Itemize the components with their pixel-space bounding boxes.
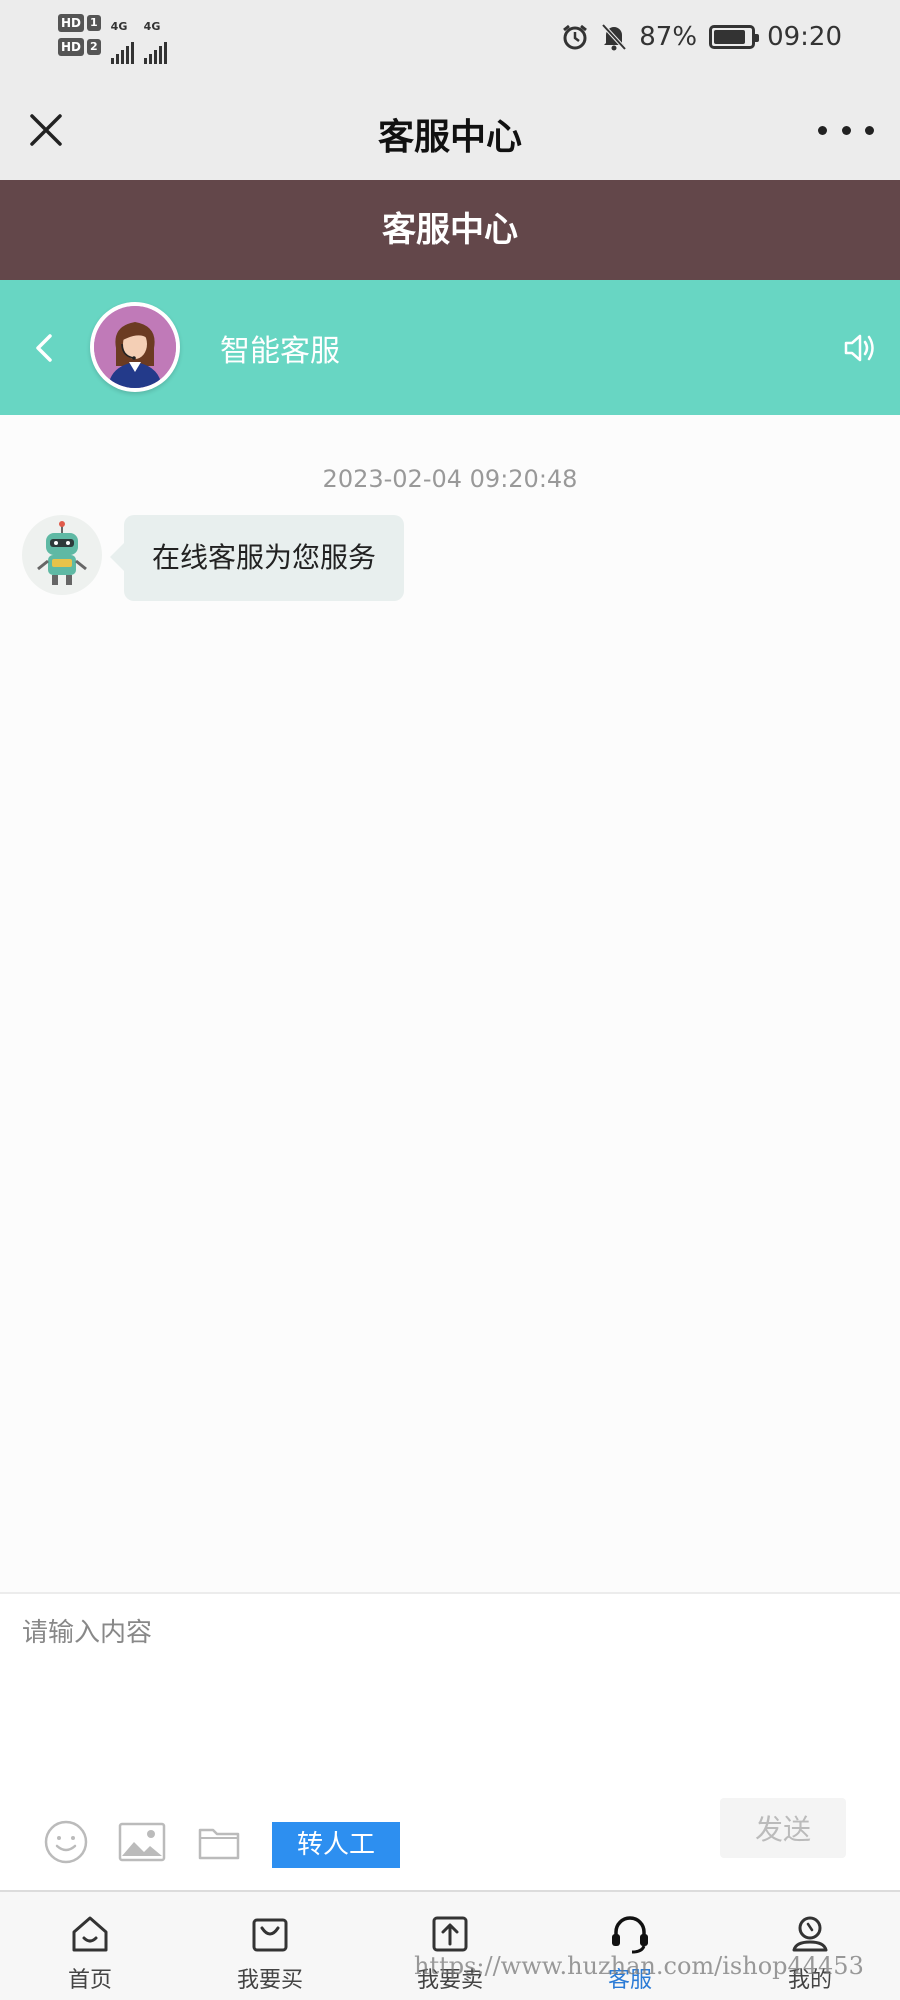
signal2-icon: 4G (143, 14, 167, 64)
more-dots-icon (818, 125, 827, 135)
upload-icon (432, 1916, 468, 1952)
nav-label: 客服 (607, 1968, 652, 1993)
network2-label: 4G (143, 20, 161, 33)
user-icon (792, 1916, 828, 1952)
signal-group: HD 1 HD 2 4G 4G (58, 14, 167, 64)
sim2-indicator: HD 2 (58, 38, 101, 56)
headset-icon (612, 1916, 648, 1954)
nav-item-service[interactable]: 客服 (540, 1892, 720, 2000)
nav-item-mine[interactable]: 我的 (720, 1892, 900, 2000)
transfer-to-human-button[interactable]: 转人工 (272, 1822, 400, 1868)
page-title: 客服中心 (377, 117, 522, 158)
speaker-icon (844, 334, 874, 362)
agent-name: 智能客服 (220, 334, 340, 369)
back-button[interactable] (26, 328, 62, 368)
folder-button[interactable] (198, 1824, 240, 1864)
nav-item-home[interactable]: 首页 (0, 1892, 180, 2000)
title-bar: 客服中心 (0, 80, 900, 180)
hd-badge: HD (58, 38, 85, 56)
more-button[interactable] (818, 118, 874, 142)
input-area: 发送 转人工 (0, 1592, 900, 1890)
network1-label: 4G (110, 20, 128, 33)
message-timestamp: 2023-02-04 09:20:48 (322, 465, 578, 493)
shopping-bag-icon (252, 1918, 288, 1952)
nav-item-sell[interactable]: 我要卖 (360, 1892, 540, 2000)
folder-icon (198, 1828, 240, 1860)
home-icon (72, 1916, 108, 1952)
nav-item-buy[interactable]: 我要买 (180, 1892, 360, 2000)
bot-message-bubble: 在线客服为您服务 (109, 515, 405, 601)
nav-label: 我要卖 (416, 1968, 483, 1993)
send-button[interactable]: 发送 (720, 1798, 846, 1858)
nav-label: 首页 (67, 1968, 112, 1993)
battery-icon (709, 25, 760, 49)
signal1-icon: 4G (110, 14, 134, 64)
image-icon (118, 1822, 166, 1862)
sound-toggle-button[interactable] (842, 328, 878, 368)
emoji-icon (44, 1820, 88, 1864)
agent-avatar (90, 302, 180, 392)
nav-label: 我要买 (236, 1968, 303, 1993)
hd-badge: HD (58, 14, 85, 32)
bottom-nav: 首页 我要买 我要卖 客服 我的 (0, 1890, 900, 2000)
chevron-left-icon (36, 334, 52, 362)
battery-percent: 87% (639, 22, 698, 52)
message-input[interactable] (22, 1604, 702, 1744)
mute-bell-icon (601, 23, 627, 51)
nav-label: 我的 (787, 1968, 832, 1993)
chat-header: 智能客服 (0, 280, 900, 415)
clock: 09:20 (767, 22, 842, 52)
section-header: 客服中心 (0, 180, 900, 280)
sim2-number: 2 (87, 39, 101, 55)
image-button[interactable] (118, 1822, 166, 1866)
emoji-button[interactable] (42, 1818, 90, 1870)
sim1-indicator: HD 1 (58, 14, 101, 32)
status-bar: HD 1 HD 2 4G 4G 87% 09:20 (0, 0, 900, 80)
sim1-number: 1 (87, 15, 101, 31)
alarm-icon (563, 24, 588, 50)
bot-avatar (22, 515, 102, 595)
chat-messages[interactable]: 2023-02-04 09:20:48 在线客服为您服务 (0, 415, 900, 1592)
